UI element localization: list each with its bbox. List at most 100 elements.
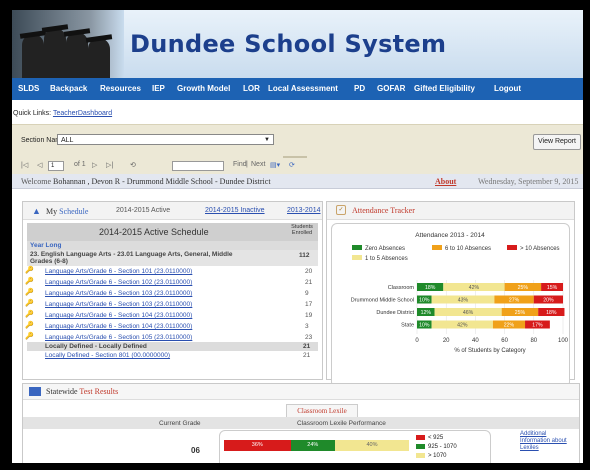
table-row: 🔑 Language Arts/Grade 6 - Section 102 (23… (25, 277, 318, 288)
bar-data-label: 18% (546, 310, 557, 316)
legend-label: > 1070 (428, 453, 447, 460)
statewide-panel: Statewide Test Results Classroom Lexile … (22, 383, 580, 463)
current-date: Wednesday, September 9, 2015 (478, 177, 579, 186)
students-photo (12, 10, 124, 78)
quick-links-label: Quick Links: (13, 110, 52, 117)
section-link[interactable]: Language Arts/Grade 6 - Section 101 (23.… (45, 268, 192, 275)
bar-data-label: 10% (419, 323, 430, 329)
section-link[interactable]: Language Arts/Grade 6 - Section 104 (23.… (45, 312, 192, 319)
key-icon[interactable]: 🔑 (25, 277, 34, 285)
nav-resources[interactable]: Resources (100, 84, 141, 93)
additional-lexile-info-link[interactable]: Additional Information about Lexiles (520, 431, 576, 452)
section-link[interactable]: Language Arts/Grade 6 - Section 104 (23.… (45, 323, 192, 330)
nav-backpack[interactable]: Backpack (50, 84, 87, 93)
legend-swatch (352, 255, 362, 260)
checklist-icon: ✓ (336, 205, 346, 215)
last-page-icon[interactable]: ▷| (106, 161, 113, 169)
calendar-icon: ▲ (32, 206, 41, 216)
bar-data-label: 25% (515, 310, 526, 316)
key-icon[interactable]: 🔑 (25, 321, 34, 329)
x-tick-label: 0 (415, 338, 419, 344)
quick-links: Quick Links: TeacherDashboard (13, 110, 112, 117)
welcome-text: Welcome Bohannan , Devon R - Drummond Mi… (21, 177, 271, 186)
nav-growth-model[interactable]: Growth Model (177, 84, 230, 93)
lexile-chart: 36% 24% 40% < 925 925 - 1070 > 1070 (219, 430, 491, 463)
bar-chart-icon (29, 387, 41, 396)
view-report-button[interactable]: View Report (533, 134, 581, 150)
find-link[interactable]: Find (233, 161, 247, 168)
teacher-dashboard-link[interactable]: TeacherDashboard (53, 110, 112, 117)
section-link[interactable]: Language Arts/Grade 6 - Section 102 (23.… (45, 279, 192, 286)
attendance-panel: ✓ Attendance Tracker Attendance 2013 - 2… (326, 201, 575, 388)
category-label: State (401, 323, 414, 329)
lexile-bar-segment: 36% (224, 440, 291, 451)
refresh-icon[interactable]: ⟲ (130, 161, 136, 169)
nav-lor[interactable]: LOR (243, 84, 260, 93)
x-tick-label: 60 (501, 338, 508, 344)
main-nav: SLDS Backpack Resources IEP Growth Model… (12, 78, 583, 100)
app-title: Dundee School System (130, 30, 447, 58)
chart-title: Attendance 2013 - 2014 (415, 232, 485, 239)
nav-iep[interactable]: IEP (152, 84, 165, 93)
first-page-icon[interactable]: |◁ (21, 161, 28, 169)
tab-classroom-lexile[interactable]: Classroom Lexile (286, 404, 358, 418)
legend-label: 925 - 1070 (428, 444, 457, 451)
nav-pd[interactable]: PD (354, 84, 365, 93)
nav-logout[interactable]: Logout (494, 84, 521, 93)
find-next-link[interactable]: Next (251, 161, 265, 168)
students-enrolled-header: Students Enrolled (291, 224, 313, 236)
lexile-legend-item: < 925 (416, 435, 443, 443)
page-number-input[interactable]: 1 (48, 161, 64, 171)
tab-2013-2014[interactable]: 2013-2014 (287, 207, 320, 214)
nav-local-assessment[interactable]: Local Assessment (268, 84, 338, 93)
about-link[interactable]: About (435, 177, 456, 186)
x-tick-label: 40 (472, 338, 479, 344)
section-link[interactable]: Language Arts/Grade 6 - Section 103 (23.… (45, 290, 192, 297)
prev-page-icon[interactable]: ◁ (37, 161, 42, 169)
welcome-bar: Welcome Bohannan , Devon R - Drummond Mi… (12, 174, 583, 189)
section-count: 17 (305, 301, 313, 308)
key-icon[interactable]: 🔑 (25, 332, 34, 340)
statewide-title: Statewide Test Results (46, 387, 119, 396)
tab-2014-2015-active[interactable]: 2014-2015 Active (116, 207, 170, 214)
bar-data-label: 15% (547, 285, 558, 291)
table-row: Locally Defined - Section 801 (00.000000… (45, 352, 311, 359)
export-icon[interactable]: ▤▾ (270, 161, 280, 169)
section-link[interactable]: Language Arts/Grade 6 - Section 103 (23.… (45, 301, 192, 308)
lexile-table-header: Current Grade Classroom Lexile Performan… (23, 417, 579, 429)
bar-data-label: 17% (532, 323, 543, 329)
lexile-bar-segment: 40% (335, 440, 409, 451)
bar-data-label: 20% (543, 298, 554, 304)
legend-swatch (507, 245, 517, 250)
schedule-panel: ▲ My Schedule 2014-2015 Active 2014-2015… (22, 201, 323, 380)
legend-swatch (416, 435, 425, 440)
legend-label: < 925 (428, 435, 444, 442)
key-icon[interactable]: 🔑 (25, 299, 34, 307)
section-link[interactable]: Locally Defined - Section 801 (00.000000… (45, 352, 170, 359)
nav-gifted-eligibility[interactable]: Gifted Eligibility (414, 84, 475, 93)
tab-2014-2015-inactive[interactable]: 2014-2015 Inactive (205, 207, 265, 214)
section-link[interactable]: Language Arts/Grade 6 - Section 105 (23.… (45, 334, 192, 341)
bar-data-label: 18% (425, 285, 436, 291)
nav-gofar[interactable]: GOFAR (377, 84, 405, 93)
section-name-value: ALL (61, 137, 74, 144)
attendance-panel-header: ✓ Attendance Tracker (327, 202, 574, 220)
refresh-report-icon[interactable]: ⟳ (289, 161, 295, 169)
table-row: 🔑 Language Arts/Grade 6 - Section 104 (23… (25, 310, 318, 321)
attendance-chart: Attendance 2013 - 2014 Zero Absences 1 to … (331, 223, 570, 388)
next-page-icon[interactable]: ▷ (92, 161, 97, 169)
key-icon[interactable]: 🔑 (25, 310, 34, 318)
key-icon[interactable]: 🔑 (25, 266, 34, 274)
section-count: 20 (305, 268, 313, 275)
key-icon[interactable]: 🔑 (25, 288, 34, 296)
current-grade-header: Current Grade (159, 420, 201, 427)
category-label: Classroom (388, 285, 415, 291)
table-row: 🔑 Language Arts/Grade 6 - Section 103 (23… (25, 288, 318, 299)
section-name-select[interactable]: ALL ▼ (57, 134, 274, 145)
bar-data-label: 12% (421, 310, 432, 316)
find-input[interactable] (172, 161, 224, 171)
nav-slds[interactable]: SLDS (18, 84, 39, 93)
course-row: 23. English Language Arts - 23.01 Langua… (27, 250, 318, 266)
bar-data-label: 42% (469, 285, 480, 291)
legend-swatch (416, 444, 425, 449)
